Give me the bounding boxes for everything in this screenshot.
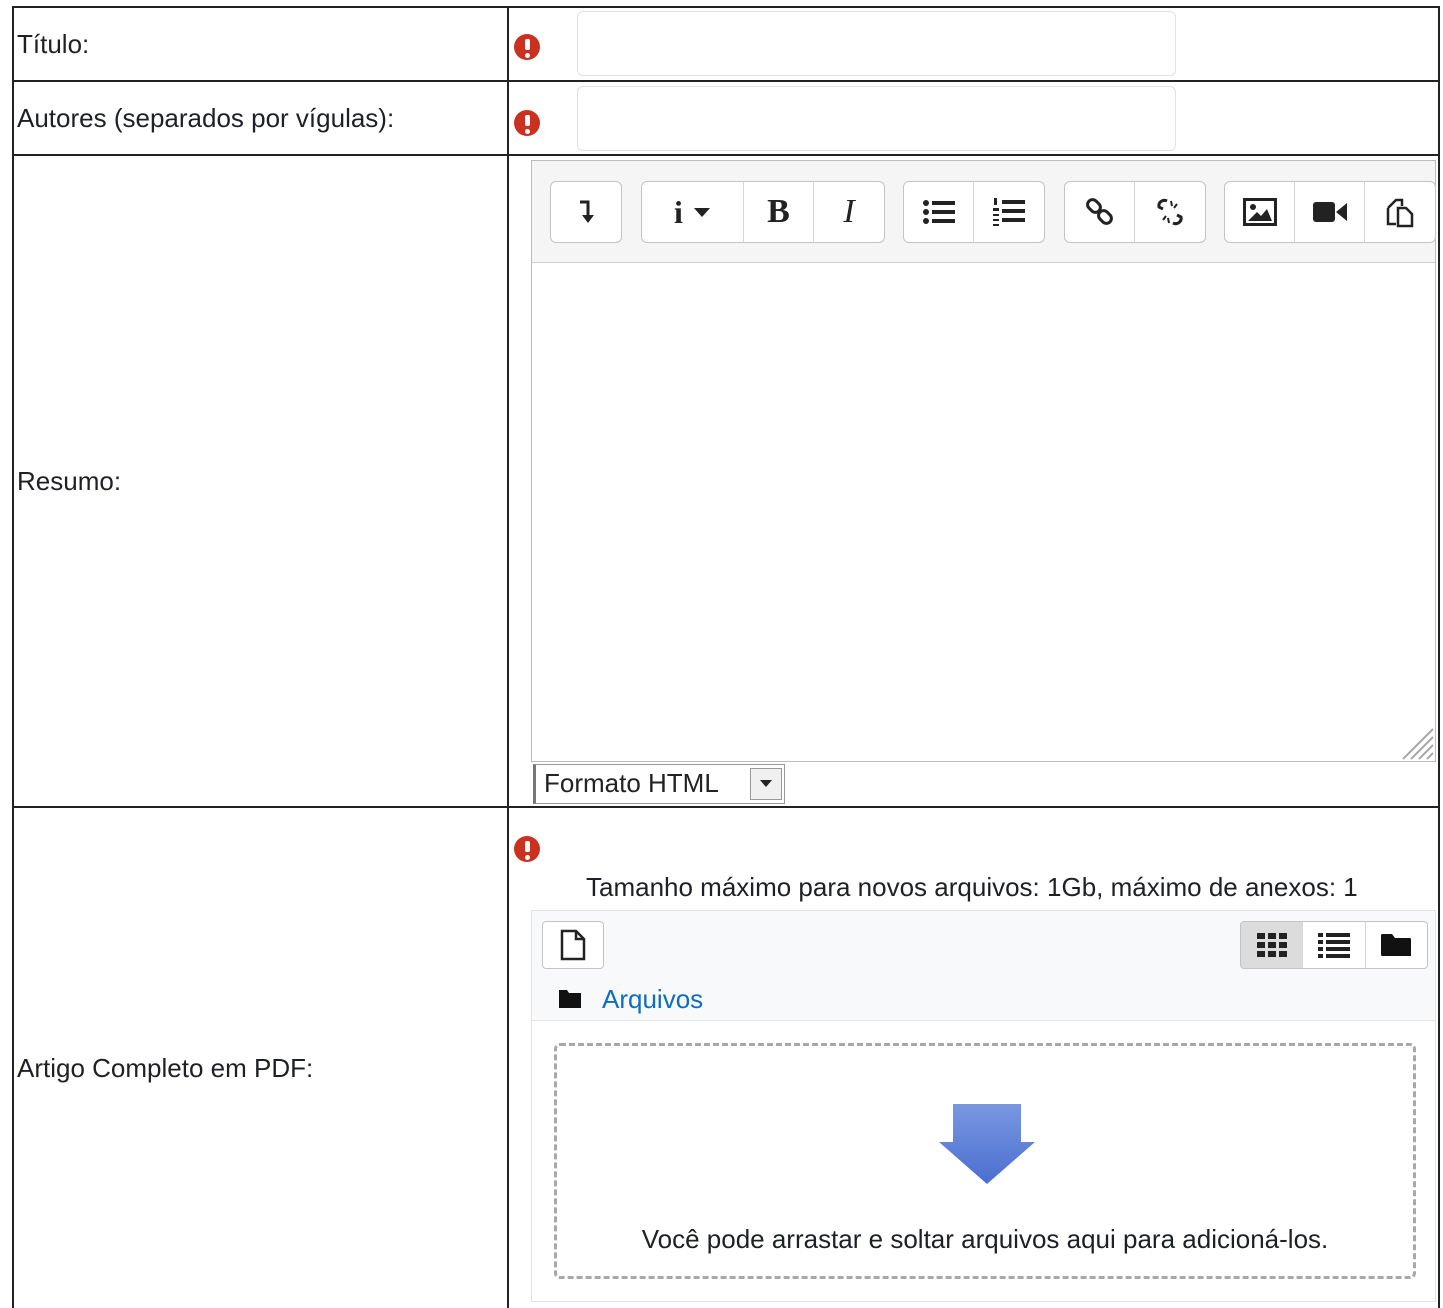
folder-link-arquivos[interactable]: Arquivos [602,983,703,1015]
table-column-divider [507,6,509,1308]
view-mode-group [1240,921,1428,969]
table-border-right [1438,6,1440,1308]
list-icon [1317,933,1350,958]
folder-icon [559,990,581,1008]
collapse-button[interactable] [551,182,621,242]
max-size-info: Tamanho máximo para novos arquivos: 1Gb,… [586,872,1358,902]
format-select-arrow[interactable] [750,768,782,800]
required-icon [514,34,540,60]
grid-icon [1256,933,1287,957]
chevron-down-icon [693,208,710,217]
image-icon [1242,198,1277,226]
table-border-left [12,6,14,1308]
drop-arrow-icon [939,1104,1035,1184]
autores-input[interactable] [577,86,1176,151]
manage-files-button[interactable] [1365,182,1435,242]
manage-files-icon [1386,198,1414,228]
drop-zone[interactable]: Você pode arrastar e soltar arquivos aqu… [554,1043,1416,1279]
view-icons-button[interactable] [1241,922,1304,968]
ordered-list-icon [993,198,1025,226]
style-dropdown-button[interactable]: i [642,182,744,242]
format-select[interactable]: Formato HTML [533,764,785,804]
italic-icon: I [843,193,855,230]
bold-button[interactable]: B [744,182,814,242]
folder-icon [1381,934,1412,956]
view-tree-button[interactable] [1366,922,1427,968]
titulo-input[interactable] [577,11,1176,76]
collapse-icon [580,200,594,223]
table-row-divider [12,806,1440,808]
file-manager-toolbar: Arquivos [532,911,1435,1021]
breadcrumb: Arquivos [558,983,703,1015]
toolbar-group-style: i B I [641,181,885,243]
italic-button[interactable]: I [814,182,884,242]
rich-text-editor: i B I [531,160,1436,762]
required-icon [514,836,540,862]
toolbar-group-media [1224,181,1436,243]
media-icon [1312,202,1347,222]
file-manager: Arquivos Você pode arrastar e soltar arq… [531,910,1436,1302]
resumo-editor-area[interactable] [532,264,1435,761]
toolbar-group-lists [903,181,1045,243]
add-file-button[interactable] [542,921,604,969]
link-button[interactable] [1065,182,1135,242]
file-icon [560,929,586,961]
unordered-list-button[interactable] [904,182,974,242]
unordered-list-icon [922,200,955,224]
ordered-list-button[interactable] [974,182,1044,242]
editor-toolbar: i B I [532,161,1436,263]
resumo-label: Resumo: [17,466,122,496]
toolbar-group-links [1064,181,1206,243]
resize-handle-icon[interactable] [1395,721,1435,761]
bold-icon: B [767,193,790,230]
table-row-divider [12,154,1440,156]
required-icon [514,110,540,136]
toolbar-group-collapse [550,181,622,243]
view-list-button[interactable] [1303,922,1366,968]
table-border-top [12,6,1440,8]
image-button[interactable] [1225,182,1295,242]
unlink-icon [1157,198,1183,226]
link-icon [1085,198,1113,225]
unlink-button[interactable] [1135,182,1205,242]
titulo-label: Título: [17,29,90,59]
artigo-label: Artigo Completo em PDF: [17,1053,314,1083]
media-button[interactable] [1295,182,1365,242]
drop-zone-message: Você pode arrastar e soltar arquivos aqu… [641,1224,1329,1254]
autores-label: Autores (separados por vígulas): [17,103,395,133]
info-style-icon: i [674,193,683,230]
table-row-divider [12,80,1440,82]
chevron-down-icon [760,780,772,787]
format-select-value: Formato HTML [544,768,719,798]
